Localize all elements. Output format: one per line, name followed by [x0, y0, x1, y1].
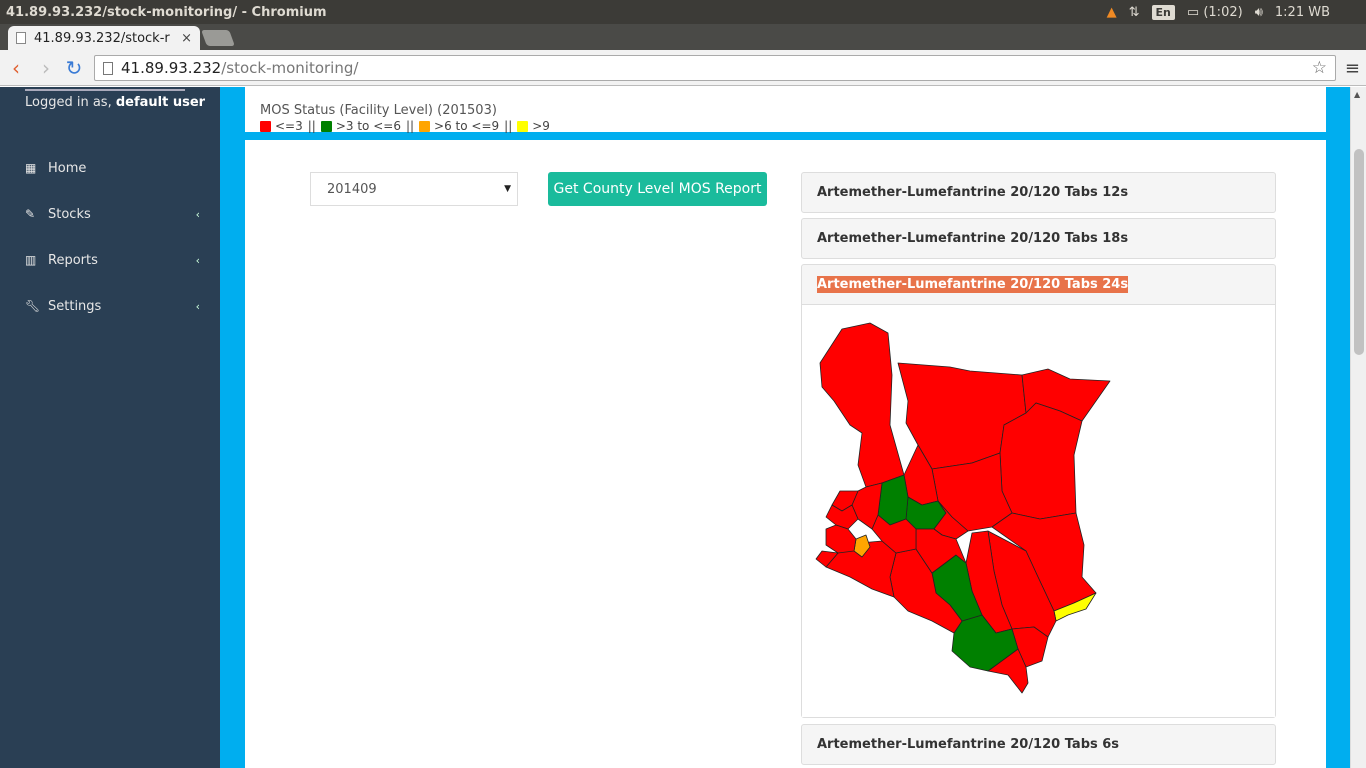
window-title: 41.89.93.232/stock-monitoring/ - Chromiu…	[6, 4, 327, 20]
logged-in-text: Logged in as, default user	[25, 95, 205, 110]
reload-icon[interactable]: ↻	[62, 56, 86, 80]
volume-icon[interactable]: 🔊︎	[1255, 5, 1263, 20]
username: default user	[115, 95, 206, 110]
menu-icon[interactable]: ≡	[1345, 58, 1360, 79]
mos-status-title: MOS Status (Facility Level) (201503)	[260, 103, 497, 118]
back-icon[interactable]: ‹	[4, 56, 28, 80]
th-large-icon: ▦	[25, 161, 37, 175]
accordion-header[interactable]: Artemether-Lumefantrine 20/120 Tabs 18s	[802, 219, 1275, 258]
legend-swatch-orange	[419, 120, 431, 132]
sidebar-item-stocks[interactable]: ✎ Stocks ‹	[0, 194, 220, 234]
system-tray: ▲ ⇅ En ▭ (1:02) 🔊︎ 1:21 WB	[1107, 0, 1366, 24]
accordion-title: Artemether-Lumefantrine 20/120 Tabs 18s	[817, 231, 1129, 246]
accordion-header[interactable]: Artemether-Lumefantrine 20/120 Tabs 12s	[802, 173, 1275, 212]
sidebar-item-label: Home	[48, 160, 87, 176]
browser-toolbar: ‹ › ↻ 41.89.93.232/stock-monitoring/ ☆ ≡	[0, 50, 1366, 86]
edit-icon: ✎	[25, 207, 36, 221]
accordion-title: Artemether-Lumefantrine 20/120 Tabs 12s	[817, 185, 1129, 200]
legend-swatch-red	[260, 120, 271, 132]
vlc-icon[interactable]: ▲	[1107, 5, 1117, 20]
page-scrollbar[interactable]: ▲	[1350, 87, 1366, 768]
network-icon[interactable]: ⇅	[1129, 5, 1140, 20]
legend-label: <=3	[275, 119, 303, 133]
legend-label: >3 to <=6	[335, 119, 401, 133]
caret-down-icon: ▼	[504, 184, 511, 194]
sidebar: Logged in as, default user ▦ Home ✎ Stoc…	[0, 87, 220, 768]
keyboard-layout-indicator[interactable]: En	[1151, 4, 1175, 20]
accordion-item-expanded[interactable]: Artemether-Lumefantrine 20/120 Tabs 24s	[801, 264, 1276, 718]
logged-in-label: Logged in as,	[25, 95, 116, 110]
url-path: /stock-monitoring/	[221, 59, 359, 77]
page-icon	[16, 32, 26, 44]
legend-separator: ||	[504, 119, 513, 133]
accordion-body	[802, 304, 1275, 717]
accordion-item[interactable]: Artemether-Lumefantrine 20/120 Tabs 12s	[801, 172, 1276, 213]
new-tab-button[interactable]	[201, 30, 235, 46]
wrench-icon: 🔧︎	[25, 299, 41, 313]
forward-icon[interactable]: ›	[34, 56, 58, 80]
tab-close-icon[interactable]: ×	[181, 31, 192, 46]
accordion-title: Artemether-Lumefantrine 20/120 Tabs 6s	[817, 737, 1120, 752]
legend-label: >6 to <=9	[434, 119, 500, 133]
browser-tab[interactable]: 41.89.93.232/stock-r ×	[8, 26, 200, 50]
accordion-header[interactable]: Artemether-Lumefantrine 20/120 Tabs 6s	[802, 725, 1275, 764]
scroll-thumb[interactable]	[1354, 149, 1364, 355]
legend-label: >9	[532, 119, 550, 133]
kenya-county-map	[815, 322, 1111, 694]
battery-indicator[interactable]: ▭ (1:02)	[1187, 5, 1243, 20]
chevron-left-icon: ‹	[195, 299, 200, 313]
browser-tab-strip: 41.89.93.232/stock-r ×	[0, 24, 1366, 50]
sidebar-item-label: Settings	[48, 298, 102, 314]
period-select[interactable]: 201409 ▼	[310, 172, 518, 206]
accordion-header[interactable]: Artemether-Lumefantrine 20/120 Tabs 24s	[802, 265, 1275, 304]
county-mos-report-button[interactable]: Get County Level MOS Report	[548, 172, 767, 206]
accordion-item[interactable]: Artemether-Lumefantrine 20/120 Tabs 18s	[801, 218, 1276, 259]
county-baringo[interactable]	[877, 474, 909, 526]
battery-icon: ▭	[1186, 4, 1200, 20]
legend-swatch-yellow	[517, 120, 529, 132]
sidebar-item-label: Reports	[48, 252, 98, 268]
page-icon	[103, 61, 113, 75]
url-host: 41.89.93.232	[121, 59, 222, 77]
address-bar[interactable]: 41.89.93.232/stock-monitoring/ ☆	[94, 55, 1336, 81]
battery-time: (1:02)	[1203, 4, 1243, 20]
accordion-title: Artemether-Lumefantrine 20/120 Tabs 24s	[817, 276, 1129, 293]
os-top-panel: 41.89.93.232/stock-monitoring/ - Chromiu…	[0, 0, 1366, 24]
legend-separator: ||	[405, 119, 415, 133]
county-wajir[interactable]	[999, 402, 1083, 520]
mos-legend: <=3 || >3 to <=6 || >6 to <=9 || >9	[260, 119, 550, 133]
bookmark-star-icon[interactable]: ☆	[1312, 58, 1327, 78]
brand-title	[25, 85, 185, 91]
legend-separator: ||	[307, 119, 316, 133]
chevron-left-icon: ‹	[195, 253, 200, 267]
bar-chart-icon: ▥	[25, 253, 37, 267]
tab-label: 41.89.93.232/stock-r	[34, 30, 170, 46]
scroll-up-icon[interactable]: ▲	[1354, 90, 1360, 99]
period-select-value: 201409	[327, 181, 377, 197]
sidebar-item-home[interactable]: ▦ Home	[0, 148, 220, 188]
sidebar-item-settings[interactable]: 🔧︎ Settings ‹	[0, 286, 220, 326]
county-kisumu[interactable]	[825, 524, 857, 554]
mos-status-panel: MOS Status (Facility Level) (201503) <=3…	[245, 87, 1326, 133]
county-turkana[interactable]	[819, 322, 905, 488]
content-panel: 201409 ▼ Get County Level MOS Report Art…	[245, 140, 1326, 768]
accordion-item[interactable]: Artemether-Lumefantrine 20/120 Tabs 6s	[801, 724, 1276, 765]
clock[interactable]: 1:21 WB	[1275, 5, 1330, 20]
sidebar-item-reports[interactable]: ▥ Reports ‹	[0, 240, 220, 280]
chevron-left-icon: ‹	[195, 207, 200, 221]
legend-swatch-green	[320, 120, 332, 132]
sidebar-item-label: Stocks	[48, 206, 91, 222]
